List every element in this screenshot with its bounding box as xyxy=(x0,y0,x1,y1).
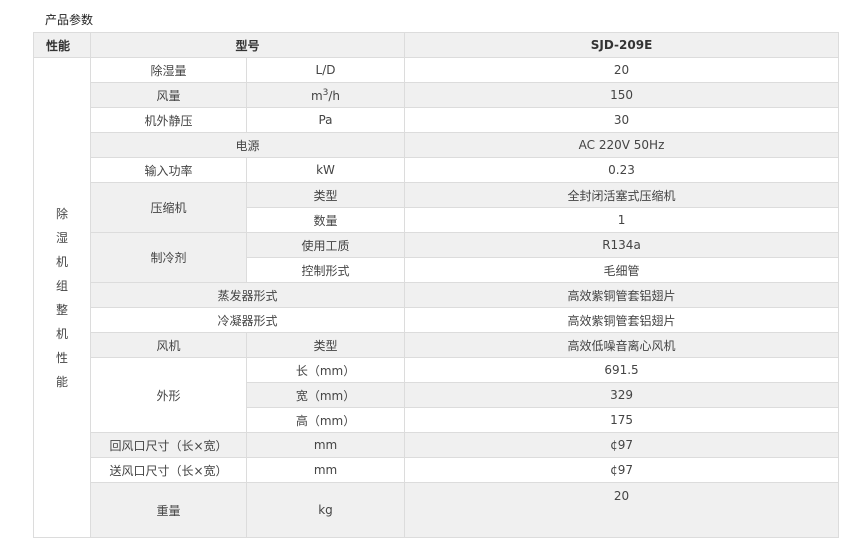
return-air-label: 回风口尺寸（长×宽） xyxy=(90,432,247,458)
table-row: 制冷剂 使用工质 R134a xyxy=(34,232,840,283)
power-supply-label: 电源 xyxy=(89,132,406,158)
fan-type-value: 高效低噪音离心风机 xyxy=(404,332,840,358)
height-value: 175 xyxy=(404,407,840,433)
fan-label: 风机 xyxy=(90,332,247,358)
side-category-label: 除 湿 机 组 整 机 性 能 xyxy=(33,57,91,538)
table-row: 送风口尺寸（长×宽） mm ¢97 xyxy=(34,457,840,483)
weight-label: 重量 xyxy=(90,482,247,538)
power-supply-value: AC 220V 50Hz xyxy=(404,132,840,158)
input-power-value: 0.23 xyxy=(404,157,840,183)
width-value: 329 xyxy=(404,382,840,408)
return-air-unit: mm xyxy=(245,432,406,458)
table-row: 重量 kg 20 xyxy=(34,482,840,538)
weight-unit: kg xyxy=(245,482,406,538)
input-power-label: 输入功率 xyxy=(90,157,247,183)
dehumidify-label: 除湿量 xyxy=(90,57,247,83)
static-pressure-value: 30 xyxy=(404,107,840,133)
refrigerant-medium-value: R134a xyxy=(404,232,840,258)
static-pressure-unit: Pa xyxy=(245,107,406,133)
dehumidify-value: 20 xyxy=(404,57,840,83)
width-label: 宽（mm） xyxy=(245,382,406,408)
table-row: 机外静压 Pa 30 xyxy=(34,107,840,133)
dimensions-label: 外形 xyxy=(90,357,247,433)
weight-value: 20 xyxy=(404,482,840,538)
compressor-type-value: 全封闭活塞式压缩机 xyxy=(404,182,840,208)
evaporator-label: 蒸发器形式 xyxy=(89,282,406,308)
return-air-value: ¢97 xyxy=(404,432,840,458)
spec-table: 性能 型号 SJD-209E 除 湿 机 组 整 机 性 能 除湿量 L/D 2… xyxy=(33,32,840,538)
supply-air-label: 送风口尺寸（长×宽） xyxy=(90,457,247,483)
static-pressure-label: 机外静压 xyxy=(90,107,247,133)
table-header-row: 性能 型号 SJD-209E xyxy=(33,32,840,58)
evaporator-value: 高效紫铜管套铝翅片 xyxy=(404,282,840,308)
table-row: 回风口尺寸（长×宽） mm ¢97 xyxy=(34,432,840,458)
table-row: 风量 m3/h 150 xyxy=(34,82,840,108)
length-value: 691.5 xyxy=(404,357,840,383)
compressor-qty-label: 数量 xyxy=(245,207,406,233)
header-performance: 性能 xyxy=(33,32,91,58)
table-row: 外形 长（mm） 691.5 xyxy=(34,357,840,433)
refrigerant-medium-label: 使用工质 xyxy=(245,232,406,258)
table-row: 冷凝器形式 高效紫铜管套铝翅片 xyxy=(34,307,840,333)
airflow-label: 风量 xyxy=(90,82,247,108)
table-row: 输入功率 kW 0.23 xyxy=(34,157,840,183)
refrigerant-control-value: 毛细管 xyxy=(404,257,840,283)
supply-air-unit: mm xyxy=(245,457,406,483)
table-row: 蒸发器形式 高效紫铜管套铝翅片 xyxy=(34,282,840,308)
refrigerant-label: 制冷剂 xyxy=(90,232,247,283)
compressor-qty-value: 1 xyxy=(404,207,840,233)
page-title: 产品参数 xyxy=(45,13,94,27)
supply-air-value: ¢97 xyxy=(404,457,840,483)
height-label: 高（mm） xyxy=(245,407,406,433)
table-row: 电源 AC 220V 50Hz xyxy=(34,132,840,158)
table-row: 除 湿 机 组 整 机 性 能 除湿量 L/D 20 xyxy=(33,57,840,538)
table-row: 风机 类型 高效低噪音离心风机 xyxy=(34,332,840,358)
input-power-unit: kW xyxy=(245,157,406,183)
header-model-label: 型号 xyxy=(89,32,406,58)
length-label: 长（mm） xyxy=(245,357,406,383)
airflow-unit: m3/h xyxy=(245,82,406,108)
fan-type-label: 类型 xyxy=(245,332,406,358)
dehumidify-unit: L/D xyxy=(245,57,406,83)
refrigerant-control-label: 控制形式 xyxy=(245,257,406,283)
compressor-label: 压缩机 xyxy=(90,182,247,233)
header-model-value: SJD-209E xyxy=(404,32,840,58)
condenser-value: 高效紫铜管套铝翅片 xyxy=(404,307,840,333)
airflow-value: 150 xyxy=(404,82,840,108)
table-row: 压缩机 类型 全封闭活塞式压缩机 xyxy=(34,182,840,233)
condenser-label: 冷凝器形式 xyxy=(89,307,406,333)
compressor-type-label: 类型 xyxy=(245,182,406,208)
